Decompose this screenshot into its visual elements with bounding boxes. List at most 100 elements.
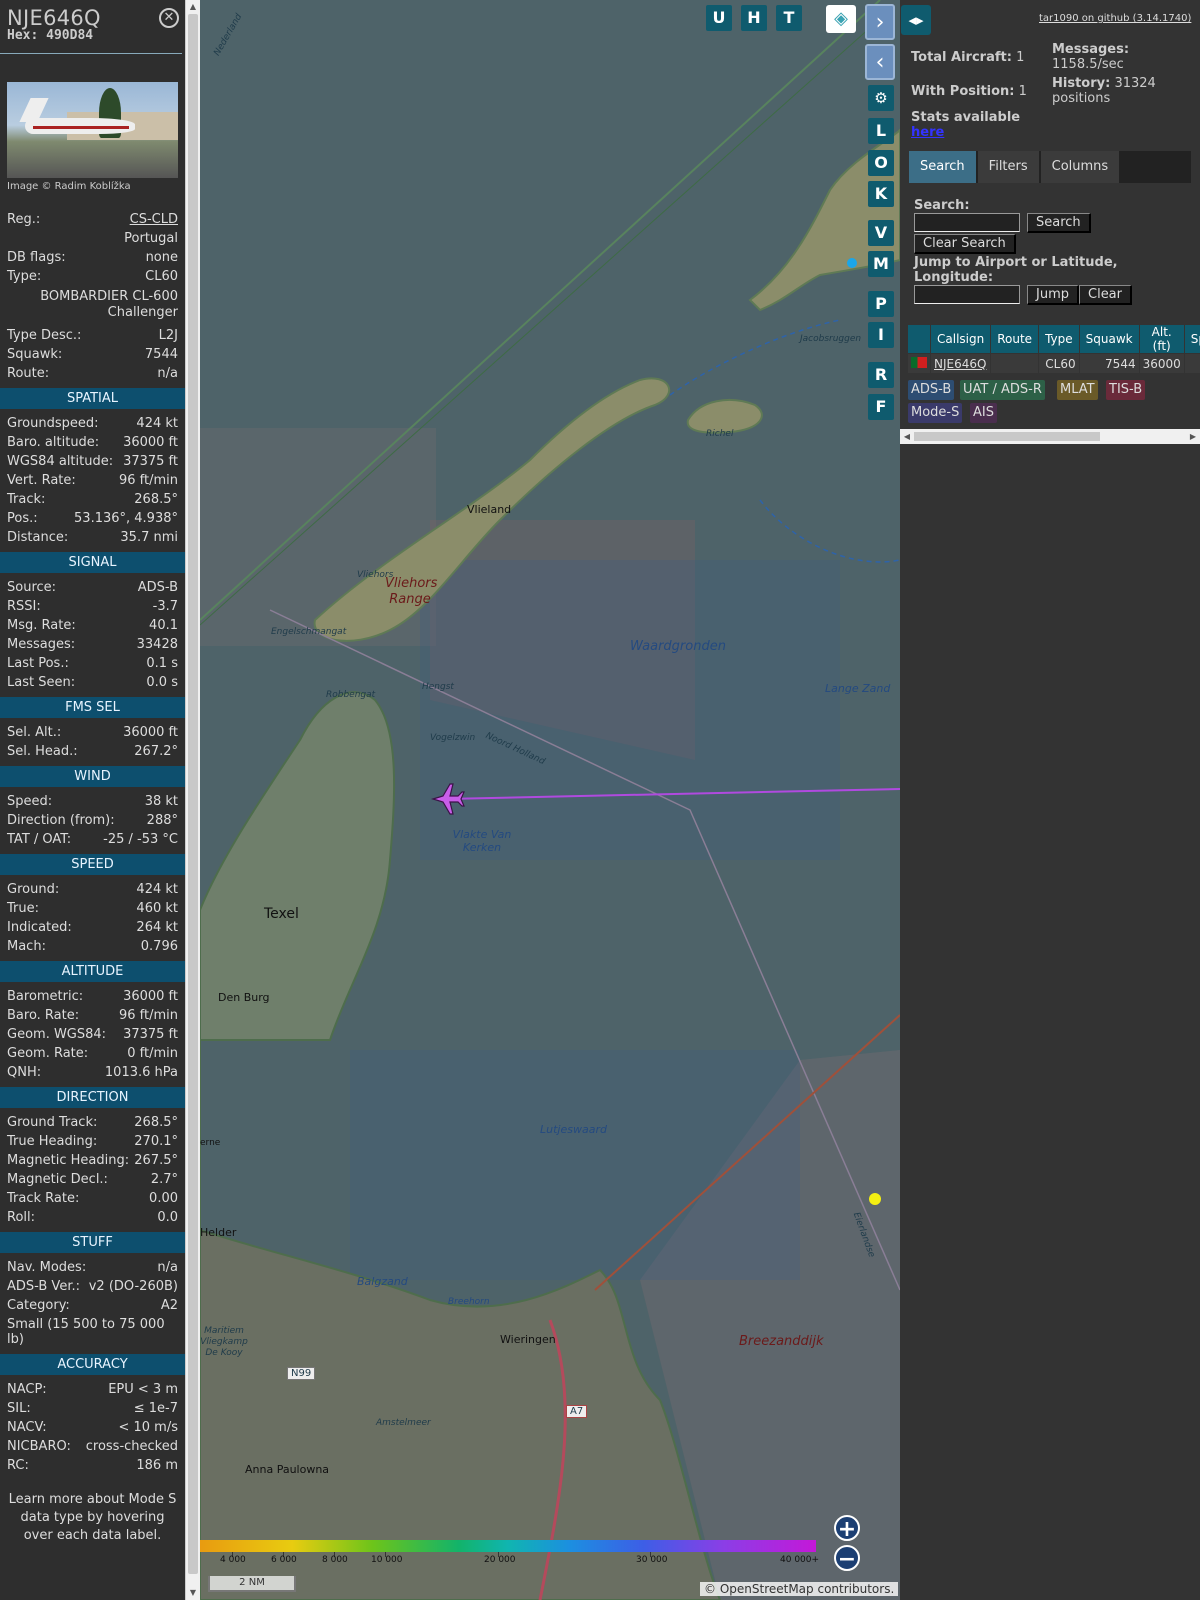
info-label[interactable]: SIL: [7,1399,31,1418]
info-label[interactable]: Sel. Alt.: [7,723,61,742]
info-label[interactable]: TAT / OAT: [7,830,71,849]
table-row[interactable]: NJE646Q CL60 7544 36000 [908,354,1200,373]
stats-link[interactable]: here [911,125,944,140]
colorbar-label: 4 000 [220,1555,246,1565]
jump-input[interactable] [914,285,1020,304]
detail-value[interactable]: CS-CLD [130,210,178,229]
map-btn-m[interactable]: M [868,251,894,277]
info-label[interactable]: Msg. Rate: [7,616,76,635]
search-button[interactable]: Search [1027,213,1091,233]
info-row-rc: RC: 186 m [0,1456,185,1475]
jump-button[interactable]: Jump [1027,285,1079,305]
map-btn-t[interactable]: T [776,5,802,31]
info-row-magnetic-decl: Magnetic Decl.: 2.7° [0,1170,185,1189]
info-label[interactable]: NACV: [7,1418,47,1437]
info-label[interactable]: Last Pos.: [7,654,69,673]
map[interactable]: Vlieland Vliehors Vliehors Range Waardgr… [200,0,900,1600]
info-label[interactable]: Source: [7,578,56,597]
stats-label: Stats available [911,110,1021,125]
info-label[interactable]: Track Rate: [7,1189,79,1208]
panel-toggle-icon[interactable]: ◂▸ [901,5,931,35]
info-label[interactable]: Sel. Head.: [7,742,78,761]
source-badge: MLAT [1057,380,1098,400]
search-input[interactable] [914,213,1020,232]
info-label[interactable]: Ground Track: [7,1113,97,1132]
collapse-left-icon[interactable]: ‹ [865,44,895,80]
map-btn-p[interactable]: P [868,291,894,317]
info-label[interactable]: True Heading: [7,1132,97,1151]
zoom-out-button[interactable]: − [834,1545,860,1572]
map-btn-l[interactable]: L [868,118,894,144]
column-header[interactable]: Squawk [1079,325,1139,353]
sidebar-scrollbar[interactable]: ▲ ▼ [185,0,200,1600]
settings-gear-icon[interactable]: ⚙ [868,85,894,111]
table-hscrollbar[interactable]: ◀ ▶ [900,429,1200,444]
column-header[interactable]: Alt. (ft) [1139,325,1184,353]
map-label-vliehors-range: Vliehors Range [385,576,438,607]
column-header[interactable]: Type [1039,325,1079,353]
info-label[interactable]: QNH: [7,1063,41,1082]
info-label[interactable]: True: [7,899,39,918]
info-label[interactable]: Track: [7,490,45,509]
expand-right-icon[interactable]: › [865,4,895,40]
info-label[interactable]: Baro. altitude: [7,433,99,452]
info-label[interactable]: Vert. Rate: [7,471,76,490]
info-label[interactable]: Geom. WGS84: [7,1025,106,1044]
close-icon[interactable]: ✕ [159,8,179,28]
tab-columns[interactable]: Columns [1040,151,1120,183]
table-cell[interactable]: NJE646Q [931,354,991,373]
clear-search-button[interactable]: Clear Search [914,234,1016,254]
tab-filters[interactable]: Filters [977,151,1039,183]
info-label[interactable]: Distance: [7,528,68,547]
info-label[interactable]: ADS-B Ver.: [7,1277,80,1296]
column-header[interactable]: Spd [1184,325,1200,353]
aircraft-photo[interactable] [7,82,178,178]
column-header[interactable]: Callsign [931,325,991,353]
road-label-a7: A7 [566,1405,588,1418]
info-label[interactable]: Last Seen: [7,673,75,692]
clear-jump-button[interactable]: Clear [1079,285,1132,305]
info-label[interactable]: Small (15 500 to 75 000 lb) [7,1317,178,1347]
info-label[interactable]: Magnetic Decl.: [7,1170,108,1189]
column-header[interactable] [908,325,930,353]
layers-icon[interactable]: ◈ [826,5,856,33]
map-btn-u[interactable]: U [706,5,732,31]
info-label[interactable]: Messages: [7,635,75,654]
column-header[interactable]: Route [991,325,1039,353]
map-btn-o[interactable]: O [868,150,894,176]
info-label[interactable]: Geom. Rate: [7,1044,88,1063]
map-attribution[interactable]: © OpenStreetMap contributors. [700,1582,899,1596]
tab-search[interactable]: Search [909,151,976,183]
info-label[interactable]: RC: [7,1456,29,1475]
info-label[interactable]: WGS84 altitude: [7,452,113,471]
info-row-last-seen: Last Seen: 0.0 s [0,673,185,692]
info-label[interactable]: Mach: [7,937,46,956]
map-btn-r[interactable]: R [868,362,894,388]
info-label[interactable]: RSSI: [7,597,41,616]
info-label[interactable]: Groundspeed: [7,414,98,433]
info-label[interactable]: Pos.: [7,509,38,528]
map-btn-k[interactable]: K [868,181,894,207]
zoom-in-button[interactable]: + [834,1515,860,1542]
map-btn-v[interactable]: V [868,220,894,246]
map-btn-h[interactable]: H [741,5,767,31]
section-header-altitude: ALTITUDE [0,961,185,982]
info-label[interactable]: Category: [7,1296,70,1315]
map-btn-i[interactable]: I [868,322,894,348]
map-label-amstelmeer: Amstelmeer [376,1418,431,1428]
info-label[interactable]: NACP: [7,1380,47,1399]
info-label[interactable]: Direction (from): [7,811,115,830]
info-value: 96 ft/min [118,1008,178,1023]
info-label[interactable]: Magnetic Heading: [7,1151,129,1170]
info-label[interactable]: Roll: [7,1208,35,1227]
info-row-speed: Speed: 38 kt [0,792,185,811]
info-label[interactable]: Nav. Modes: [7,1258,86,1277]
github-link[interactable]: tar1090 on github (3.14.1740) [1039,13,1191,24]
info-label[interactable]: Indicated: [7,918,72,937]
map-btn-f[interactable]: F [868,394,894,420]
info-label[interactable]: Speed: [7,792,52,811]
info-label[interactable]: Barometric: [7,987,83,1006]
info-label[interactable]: Baro. Rate: [7,1006,79,1025]
info-label[interactable]: NICBARO: [7,1437,71,1456]
info-label[interactable]: Ground: [7,880,59,899]
